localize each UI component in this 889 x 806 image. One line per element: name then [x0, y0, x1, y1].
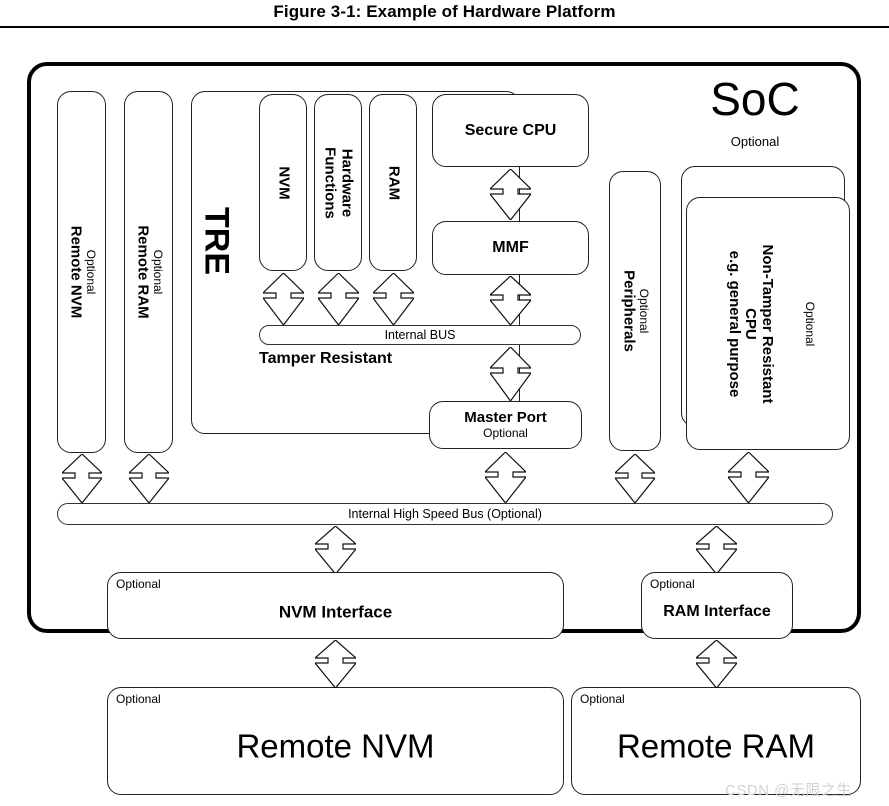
block-remote-ram-bottom-optional: Optional [580, 692, 625, 706]
block-non-tamper-cpu[interactable]: Non-Tamper Resistant CPU e.g. general pu… [686, 197, 850, 450]
block-non-tamper-cpu-optional: Optional [803, 301, 817, 346]
arrow-remote-nvm-left-to-high-speed-bus [60, 453, 104, 504]
block-remote-nvm-left-label: Remote NVM [66, 225, 84, 319]
block-non-tamper-cpu-label-wrap: Non-Tamper Resistant CPU e.g. general pu… [725, 244, 776, 403]
block-hardware-functions-label-wrap: Hardware Functions [322, 146, 356, 219]
title-divider [0, 26, 889, 28]
bus-internal-high-speed[interactable]: Internal High Speed Bus (Optional) [57, 503, 833, 525]
block-mmf[interactable]: MMF [432, 221, 589, 275]
block-tre-label-wrap: TRE [196, 186, 236, 296]
block-nvm-interface-optional: Optional [116, 577, 161, 591]
block-ram-label: RAM [385, 165, 403, 200]
arrow-secure-cpu-to-mmf [488, 168, 533, 221]
block-remote-nvm-left[interactable]: Remote NVM Optional [57, 91, 106, 453]
soc-optional-label: Optional [730, 134, 780, 149]
block-remote-ram-left-label: Remote RAM [133, 225, 151, 319]
block-secure-cpu[interactable]: Secure CPU [432, 94, 589, 167]
block-ram-interface-label: RAM Interface [663, 602, 771, 620]
block-peripherals[interactable]: Peripherals Optional [609, 171, 661, 451]
block-remote-ram-left[interactable]: Remote RAM Optional [124, 91, 173, 453]
block-peripherals-optional: Optional [637, 288, 651, 334]
bus-internal[interactable]: Internal BUS [259, 325, 581, 345]
arrow-high-speed-bus-to-ram-interface [694, 525, 739, 575]
csdn-watermark: CSDN @无限之生 [725, 782, 852, 799]
bus-internal-label: Internal BUS [384, 328, 456, 342]
arrow-master-port-to-high-speed-bus [483, 451, 528, 504]
block-non-tamper-cpu-line1: Non-Tamper Resistant [758, 244, 776, 403]
block-peripherals-label: Peripherals [620, 270, 638, 352]
arrow-high-speed-bus-to-nvm-interface [313, 525, 358, 575]
arrow-remote-ram-left-to-high-speed-bus [127, 453, 171, 504]
arrow-mmf-to-internal-bus [488, 275, 533, 326]
block-master-port[interactable]: Master Port Optional [429, 401, 582, 449]
block-remote-nvm-bottom-optional: Optional [116, 692, 161, 706]
block-master-port-label-wrap: Master Port Optional [430, 408, 581, 440]
block-ram-interface-optional: Optional [650, 577, 695, 591]
arrow-ram-interface-to-remote-ram [694, 639, 739, 689]
block-ram-interface[interactable]: Optional RAM Interface [641, 572, 793, 639]
block-hardware-functions[interactable]: Hardware Functions [314, 94, 362, 271]
block-hardware-functions-line2: Functions [322, 146, 339, 219]
annotation-tamper-resistant: Tamper Resistant [259, 350, 393, 367]
arrow-nvm-to-internal-bus [261, 272, 306, 326]
block-remote-ram-left-optional: Optional [150, 249, 165, 295]
block-nvm[interactable]: NVM [259, 94, 307, 271]
block-master-port-label: Master Port [464, 408, 547, 426]
block-nvm-interface-label: NVM Interface [278, 601, 393, 621]
block-remote-nvm-bottom[interactable]: Optional Remote NVM [107, 687, 564, 795]
arrow-nvm-interface-to-remote-nvm [313, 639, 358, 689]
bus-internal-high-speed-label: Internal High Speed Bus (Optional) [348, 507, 542, 521]
block-hardware-functions-line1: Hardware [338, 148, 356, 217]
block-master-port-optional: Optional [483, 425, 528, 440]
figure-canvas: Figure 3-1: Example of Hardware Platform… [0, 0, 889, 806]
block-tre-label: TRE [197, 207, 236, 275]
block-remote-nvm-left-optional: Optional [83, 249, 98, 295]
arrow-internal-bus-to-master-port [488, 346, 533, 403]
block-mmf-label: MMF [492, 239, 529, 257]
block-secure-cpu-label: Secure CPU [464, 121, 557, 139]
block-nvm-interface[interactable]: Optional NVM Interface [107, 572, 564, 639]
block-remote-ram-bottom-label: Remote RAM [616, 727, 816, 765]
block-non-tamper-cpu-line3: e.g. general purpose [725, 250, 743, 397]
arrow-non-tamper-cpu-to-high-speed-bus [726, 451, 771, 504]
block-non-tamper-cpu-line2: CPU [742, 307, 760, 340]
block-ram[interactable]: RAM [369, 94, 417, 271]
arrow-hardware-functions-to-internal-bus [316, 272, 361, 326]
arrow-ram-to-internal-bus [371, 272, 416, 326]
block-remote-nvm-bottom-label: Remote NVM [236, 727, 435, 765]
arrow-peripherals-to-high-speed-bus [613, 453, 657, 504]
figure-title: Figure 3-1: Example of Hardware Platform [273, 2, 616, 21]
soc-label: SoC [710, 73, 800, 125]
block-nvm-label: NVM [275, 165, 293, 200]
